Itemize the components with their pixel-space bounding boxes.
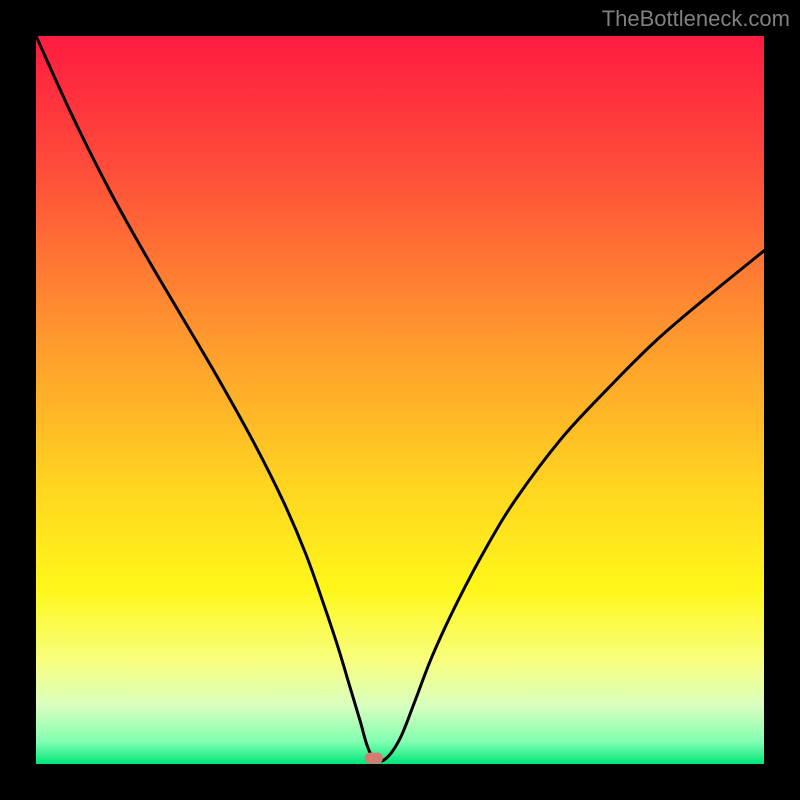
chart-container: TheBottleneck.com	[0, 0, 800, 800]
optimal-point-marker	[365, 753, 383, 764]
gradient-background	[36, 36, 764, 764]
chart-svg	[36, 36, 764, 764]
plot-area	[36, 36, 764, 764]
watermark-text: TheBottleneck.com	[602, 6, 790, 32]
